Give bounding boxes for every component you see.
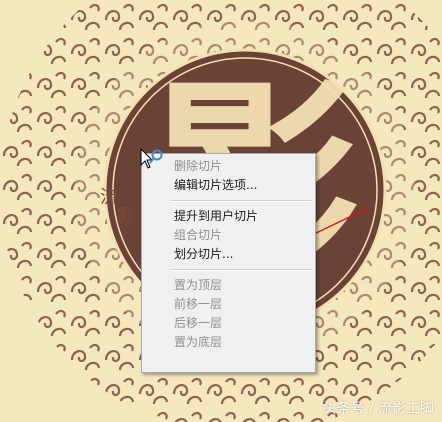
menu-separator <box>170 269 313 271</box>
menu-item-promote-to-user-slice[interactable]: 提升到用户切片 <box>142 207 315 226</box>
menu-item-edit-slice-options[interactable]: 编辑切片选项... <box>142 176 315 195</box>
menu-item-bring-forward[interactable]: 前移一层 <box>142 295 315 314</box>
watermark-text: 头条号 / 流影工脚 <box>322 401 434 417</box>
menu-item-combine-slices[interactable]: 组合切片 <box>142 226 315 245</box>
menu-item-send-backward[interactable]: 后移一层 <box>142 314 315 333</box>
menu-item-bring-to-front[interactable]: 置为顶层 <box>142 276 315 295</box>
seal-side-char: 流 <box>100 187 118 208</box>
mouse-cursor-icon <box>140 148 163 169</box>
menu-separator <box>170 200 313 202</box>
menu-item-send-to-back[interactable]: 置为底层 <box>142 333 315 352</box>
context-menu: 删除切片 编辑切片选项... 提升到用户切片 组合切片 划分切片... 置为顶层… <box>141 153 316 373</box>
seal-side-char: 影 <box>116 206 134 227</box>
menu-item-divide-slice[interactable]: 划分切片... <box>142 245 315 264</box>
